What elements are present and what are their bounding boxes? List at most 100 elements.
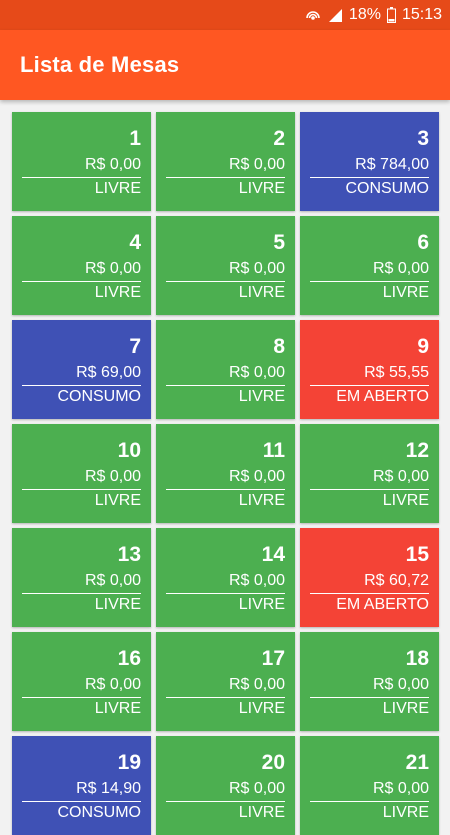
table-status: CONSUMO — [57, 804, 141, 821]
table-card[interactable]: 10 R$ 0,00 LIVRE — [12, 424, 151, 523]
table-status: EM ABERTO — [336, 596, 429, 613]
divider — [310, 593, 429, 594]
table-number: 8 — [273, 335, 285, 358]
table-card[interactable]: 9 R$ 55,55 EM ABERTO — [300, 320, 439, 419]
table-card[interactable]: 5 R$ 0,00 LIVRE — [156, 216, 295, 315]
table-number: 21 — [405, 751, 429, 774]
table-number: 4 — [129, 231, 141, 254]
table-status: LIVRE — [238, 700, 285, 717]
table-number: 5 — [273, 231, 285, 254]
signal-icon — [327, 7, 343, 23]
table-number: 7 — [129, 335, 141, 358]
table-status: CONSUMO — [345, 180, 429, 197]
table-status: LIVRE — [382, 284, 429, 301]
app-bar: Lista de Mesas — [0, 30, 450, 100]
divider — [310, 281, 429, 282]
table-card[interactable]: 3 R$ 784,00 CONSUMO — [300, 112, 439, 211]
table-card[interactable]: 4 R$ 0,00 LIVRE — [12, 216, 151, 315]
table-card[interactable]: 18 R$ 0,00 LIVRE — [300, 632, 439, 731]
table-number: 16 — [117, 647, 141, 670]
table-card[interactable]: 21 R$ 0,00 LIVRE — [300, 736, 439, 835]
table-status: LIVRE — [382, 700, 429, 717]
table-value: R$ 69,00 — [76, 364, 141, 381]
table-status: LIVRE — [94, 596, 141, 613]
table-number: 13 — [117, 543, 141, 566]
table-status: LIVRE — [238, 804, 285, 821]
table-card[interactable]: 19 R$ 14,90 CONSUMO — [12, 736, 151, 835]
table-card[interactable]: 7 R$ 69,00 CONSUMO — [12, 320, 151, 419]
table-number: 14 — [261, 543, 285, 566]
table-card[interactable]: 11 R$ 0,00 LIVRE — [156, 424, 295, 523]
divider — [22, 697, 141, 698]
table-card[interactable]: 15 R$ 60,72 EM ABERTO — [300, 528, 439, 627]
table-value: R$ 0,00 — [228, 156, 285, 173]
table-value: R$ 0,00 — [372, 468, 429, 485]
battery-icon — [386, 7, 396, 23]
table-card[interactable]: 17 R$ 0,00 LIVRE — [156, 632, 295, 731]
table-value: R$ 0,00 — [372, 676, 429, 693]
table-number: 11 — [262, 439, 285, 462]
table-value: R$ 0,00 — [84, 676, 141, 693]
table-card[interactable]: 20 R$ 0,00 LIVRE — [156, 736, 295, 835]
table-status: LIVRE — [94, 180, 141, 197]
table-card[interactable]: 13 R$ 0,00 LIVRE — [12, 528, 151, 627]
table-value: R$ 0,00 — [372, 780, 429, 797]
table-number: 2 — [273, 127, 285, 150]
table-number: 3 — [417, 127, 429, 150]
table-card[interactable]: 2 R$ 0,00 LIVRE — [156, 112, 295, 211]
table-card[interactable]: 8 R$ 0,00 LIVRE — [156, 320, 295, 419]
table-value: R$ 0,00 — [228, 780, 285, 797]
page-title: Lista de Mesas — [20, 52, 180, 77]
table-value: R$ 0,00 — [228, 572, 285, 589]
divider — [166, 593, 285, 594]
table-value: R$ 0,00 — [84, 260, 141, 277]
divider — [310, 177, 429, 178]
table-card[interactable]: 6 R$ 0,00 LIVRE — [300, 216, 439, 315]
table-status: LIVRE — [94, 284, 141, 301]
divider — [166, 489, 285, 490]
table-status: LIVRE — [382, 804, 429, 821]
table-value: R$ 60,72 — [364, 572, 429, 589]
status-bar: 18% 15:13 — [0, 0, 450, 30]
table-status: EM ABERTO — [336, 388, 429, 405]
divider — [22, 489, 141, 490]
clock: 15:13 — [401, 6, 442, 23]
table-status: LIVRE — [238, 180, 285, 197]
table-status: LIVRE — [238, 492, 285, 509]
table-value: R$ 784,00 — [355, 156, 429, 173]
table-number: 15 — [405, 543, 429, 566]
table-value: R$ 0,00 — [228, 676, 285, 693]
table-value: R$ 55,55 — [364, 364, 429, 381]
table-value: R$ 0,00 — [372, 260, 429, 277]
table-card[interactable]: 14 R$ 0,00 LIVRE — [156, 528, 295, 627]
table-card[interactable]: 1 R$ 0,00 LIVRE — [12, 112, 151, 211]
table-number: 20 — [261, 751, 285, 774]
table-value: R$ 0,00 — [228, 260, 285, 277]
divider — [22, 177, 141, 178]
table-value: R$ 0,00 — [84, 572, 141, 589]
divider — [310, 801, 429, 802]
divider — [166, 177, 285, 178]
table-card[interactable]: 16 R$ 0,00 LIVRE — [12, 632, 151, 731]
divider — [166, 385, 285, 386]
battery-percent: 18% — [348, 6, 381, 23]
table-number: 9 — [417, 335, 429, 358]
table-number: 12 — [405, 439, 429, 462]
table-status: CONSUMO — [57, 388, 141, 405]
divider — [310, 697, 429, 698]
table-number: 10 — [117, 439, 141, 462]
table-number: 6 — [417, 231, 429, 254]
hotspot-icon — [305, 7, 321, 23]
table-value: R$ 14,90 — [76, 780, 141, 797]
table-number: 1 — [129, 127, 141, 150]
tables-grid: 1 R$ 0,00 LIVRE 2 R$ 0,00 LIVRE 3 R$ 784,00 CONS… — [12, 112, 439, 835]
table-value: R$ 0,00 — [84, 156, 141, 173]
divider — [22, 801, 141, 802]
table-value: R$ 0,00 — [84, 468, 141, 485]
table-status: LIVRE — [382, 492, 429, 509]
table-card[interactable]: 12 R$ 0,00 LIVRE — [300, 424, 439, 523]
divider — [166, 801, 285, 802]
divider — [310, 385, 429, 386]
table-number: 17 — [261, 647, 285, 670]
table-number: 18 — [405, 647, 429, 670]
